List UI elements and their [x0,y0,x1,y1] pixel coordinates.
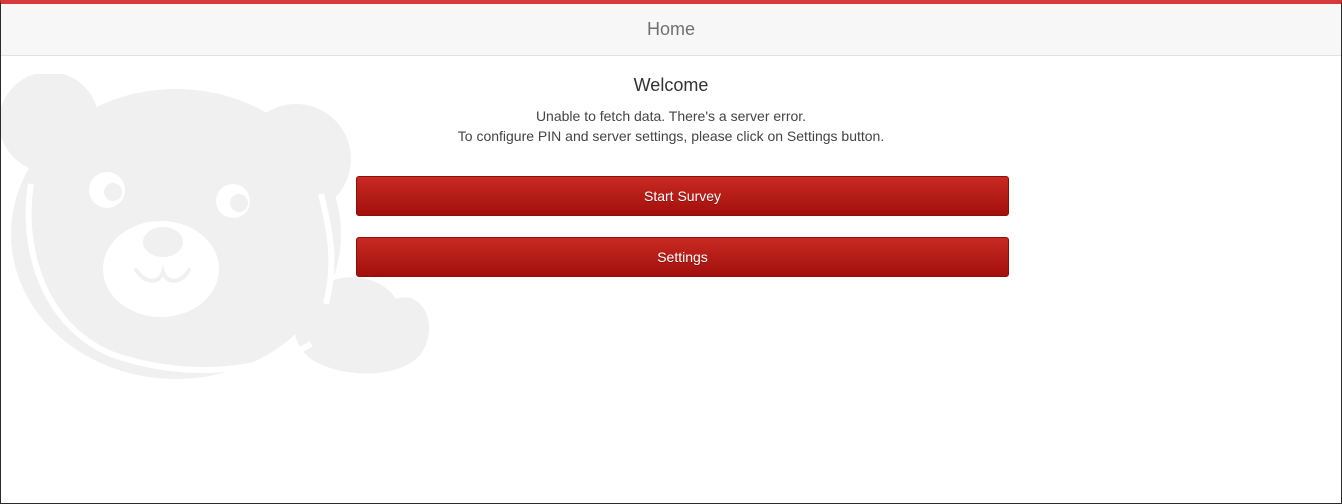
header-bar: Home [1,4,1341,56]
settings-button[interactable]: Settings [356,237,1009,277]
bear-nose [143,227,183,257]
bear-paw [294,277,430,374]
error-message-line-2: To configure PIN and server settings, pl… [457,128,885,144]
error-message: Unable to fetch data. There's a server e… [1,106,1341,146]
error-message-line-1: Unable to fetch data. There's a server e… [535,108,807,124]
welcome-heading: Welcome [633,75,709,95]
main-content: Welcome Unable to fetch data. There's a … [1,74,1341,146]
start-survey-button[interactable]: Start Survey [356,176,1009,216]
page-title: Home [646,19,695,39]
app-window: Home Welcome Unable to fetch data. There… [0,0,1342,504]
